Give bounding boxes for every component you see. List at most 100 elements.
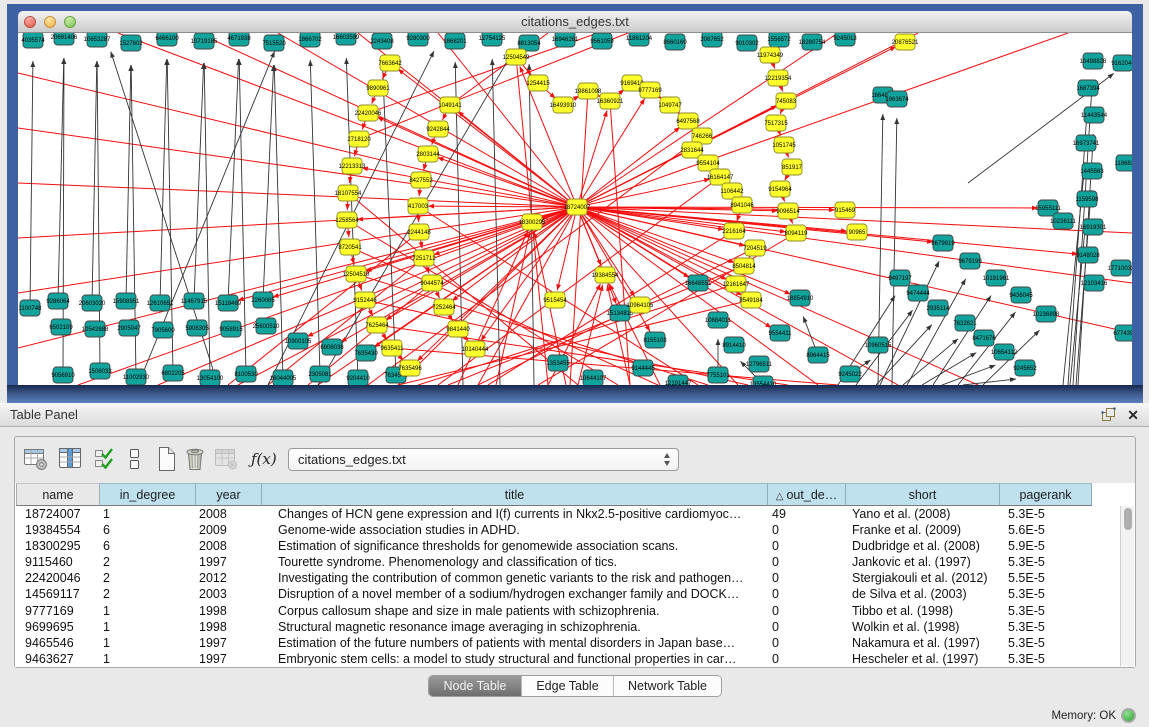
cell-year: 1998: [196, 619, 262, 635]
cell-pagerank: 5.3E-5: [1000, 651, 1092, 667]
function-builder-icon[interactable]: ƒ(x): [251, 450, 277, 468]
graph-node-label: 12610651: [147, 301, 174, 307]
graph-node-label: 12504510: [343, 272, 370, 278]
graph-node-label: 1258564: [335, 218, 359, 224]
table-header: name in_degree year title △out_de… short…: [15, 483, 1135, 506]
graph-node-label: 8914410: [722, 343, 746, 349]
edge-arrowhead: [348, 177, 353, 183]
table-row[interactable]: 1872400712008Changes of HCN gene express…: [15, 506, 1135, 522]
graph-node-label: 6906038: [320, 345, 344, 351]
column-header-short[interactable]: short: [846, 483, 1000, 506]
edge-arrowhead: [423, 164, 428, 170]
column-header-in-degree[interactable]: in_degree: [100, 483, 196, 506]
graph-node-label: 9056910: [51, 373, 75, 379]
edge-arrowhead: [110, 52, 115, 58]
close-panel-icon[interactable]: ✕: [1127, 408, 1139, 422]
edge-arrowhead: [934, 261, 939, 267]
graph-node-label: 10900105: [285, 339, 312, 345]
scrollbar-thumb[interactable]: [1124, 508, 1132, 530]
graph-node-label: 10191961: [983, 276, 1010, 282]
cell-short: Jankovic et al. (1997): [846, 554, 1000, 570]
graph-node-label: 7632621: [953, 321, 977, 327]
column-header-pagerank[interactable]: pagerank: [1000, 483, 1092, 506]
new-table-icon[interactable]: [154, 446, 180, 472]
vertical-scrollbar[interactable]: [1120, 506, 1134, 666]
graph-node-label: 15118489: [215, 301, 242, 307]
tab-node-table[interactable]: Node Table: [429, 676, 521, 696]
graph-node-label: 2803144: [416, 152, 440, 158]
tab-network-table[interactable]: Network Table: [613, 676, 721, 696]
graph-node-label: 19861098: [575, 89, 602, 95]
show-columns-icon[interactable]: [58, 446, 84, 472]
table-row[interactable]: 1456911722003Disruption of a novel membe…: [15, 586, 1135, 602]
column-header-title[interactable]: title: [262, 483, 768, 506]
graph-node-label: 851917: [782, 165, 803, 171]
graph-node-label: 12213313: [339, 164, 366, 170]
graph-edge: [263, 65, 274, 300]
memory-status: Memory: OK: [1051, 708, 1136, 723]
edge-arrowhead: [989, 365, 995, 370]
merge-table-disabled-icon: [214, 446, 240, 472]
graph-node-label: 1186822: [1115, 161, 1132, 167]
table-row[interactable]: 1830029562008Estimation of significance …: [15, 538, 1135, 554]
table-row[interactable]: 1938455462009Genome-wide association stu…: [15, 522, 1135, 538]
graph-node-label: 15134815: [607, 311, 634, 317]
graph-node-label: 2243408: [370, 39, 394, 45]
table-row[interactable]: 969969511998Structural magnetic resonanc…: [15, 619, 1135, 635]
graph-node-label: 1866702: [298, 37, 322, 43]
cell-year: 2008: [196, 506, 262, 522]
graph-node-label: 25600510: [253, 324, 280, 330]
graph-edge: [228, 59, 239, 303]
graph-node-label: 8720541: [338, 245, 362, 251]
cell-year: 2008: [196, 538, 262, 554]
table-panel-body: ƒ(x) citations_edges.txt name in_degree …: [14, 436, 1136, 668]
graph-node-label: 12754125: [479, 36, 506, 42]
graph-node-label: 746266: [692, 134, 713, 140]
memory-ok-icon: [1121, 708, 1136, 723]
graph-node-label: 20876521: [892, 40, 919, 46]
edge-arrowhead: [362, 123, 367, 129]
graph-node-label: 9245652: [1013, 366, 1037, 372]
graph-node-label: 90965: [849, 230, 866, 236]
dropdown-spinner-icon: [664, 453, 670, 466]
table-selector-dropdown[interactable]: citations_edges.txt: [288, 448, 679, 471]
table-row[interactable]: 946554611997Estimation of the future num…: [15, 635, 1135, 651]
table-row[interactable]: 2242004622012Investigating the contribut…: [15, 570, 1135, 586]
memory-status-label: Memory: OK: [1051, 710, 1116, 722]
node-table: name in_degree year title △out_de… short…: [15, 483, 1135, 667]
column-header-name[interactable]: name: [16, 483, 100, 506]
import-table-icon[interactable]: [93, 446, 117, 472]
cell-out-degree: 0: [768, 570, 846, 586]
delete-table-icon[interactable]: [183, 446, 209, 472]
cell-short: Franke et al. (2009): [846, 522, 1000, 538]
graph-node-label: 22420046: [355, 111, 382, 117]
column-header-year[interactable]: year: [196, 483, 262, 506]
column-pair-icon[interactable]: [128, 446, 142, 472]
cell-short: Dudbridge et al. (2008): [846, 538, 1000, 554]
tab-edge-table[interactable]: Edge Table: [521, 676, 613, 696]
graph-node-label: 15908951: [113, 299, 140, 305]
graph-node-label: 10964105: [627, 303, 654, 309]
cell-year: 1998: [196, 603, 262, 619]
graph-node-label: 10654112: [991, 350, 1018, 356]
window-titlebar[interactable]: citations_edges.txt: [18, 11, 1132, 33]
edge-arrowhead: [346, 231, 351, 237]
table-panel-header: Table Panel ✕: [0, 403, 1149, 427]
table-settings-icon[interactable]: [23, 446, 49, 472]
edge-arrowhead: [645, 325, 650, 331]
graph-node-label: 9242844: [426, 127, 450, 133]
graph-node-label: 915469: [835, 208, 856, 214]
graph-node-label: 1868201: [443, 39, 467, 45]
network-canvas[interactable]: 4035574206914061065328715276026466100107…: [18, 33, 1132, 385]
graph-node-label: 7252464: [432, 305, 456, 311]
table-row[interactable]: 977716911998Corpus callosum shape and si…: [15, 603, 1135, 619]
cell-title: Changes of HCN gene expression and I(f) …: [262, 506, 768, 522]
column-header-out-degree[interactable]: △out_de…: [768, 483, 846, 506]
cell-in-degree: 6: [100, 538, 196, 554]
graph-node-label: 10542888: [82, 327, 109, 333]
cell-short: Tibbo et al. (1998): [846, 603, 1000, 619]
float-panel-icon[interactable]: [1101, 407, 1116, 422]
table-row[interactable]: 911546021997Tourette syndrome. Phenomeno…: [15, 554, 1135, 570]
table-row[interactable]: 946362711997Embryonic stem cells: a mode…: [15, 651, 1135, 667]
graph-node-label: 9497197: [888, 276, 912, 282]
